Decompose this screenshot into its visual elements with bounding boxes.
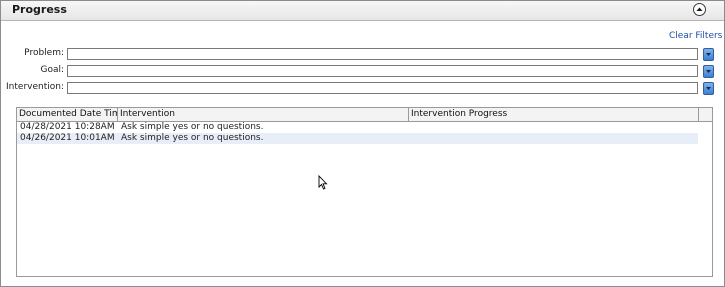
goal-dropdown-button[interactable] [703,65,714,78]
collapse-button[interactable] [693,3,706,16]
progress-table: Documented Date Time Intervention Interv… [16,107,713,277]
row-date: 04/28/2021 10:28AM [20,122,115,132]
column-header-date[interactable]: Documented Date Time [17,108,118,121]
row-date: 04/26/2021 10:01AM [20,133,115,143]
intervention-dropdown-button[interactable] [703,82,714,95]
goal-label: Goal: [40,65,64,75]
column-header-progress[interactable]: Intervention Progress [409,108,699,121]
caret-down-icon [706,87,711,90]
table-header: Documented Date Time Intervention Interv… [17,108,712,122]
row-intervention: Ask simple yes or no questions. [121,133,264,143]
problem-dropdown-button[interactable] [703,48,714,61]
chevron-up-circle-icon [696,7,703,11]
mouse-pointer-icon [318,175,328,190]
caret-down-icon [706,70,711,73]
intervention-field[interactable] [67,82,698,94]
row-intervention: Ask simple yes or no questions. [121,122,264,132]
column-header-intervention[interactable]: Intervention [118,108,409,121]
table-row[interactable]: 04/26/2021 10:01AM Ask simple yes or no … [17,133,698,144]
panel-title: Progress [12,3,67,16]
progress-panel: Progress Clear Filters Problem: Goal: In… [0,0,725,287]
intervention-label: Intervention: [6,82,64,92]
panel-header: Progress [1,1,724,21]
goal-field[interactable] [67,65,698,77]
table-row[interactable]: 04/28/2021 10:28AM Ask simple yes or no … [17,122,698,133]
problem-field[interactable] [67,48,698,60]
clear-filters-link[interactable]: Clear Filters [669,31,722,41]
caret-down-icon [706,53,711,56]
problem-label: Problem: [24,48,64,58]
